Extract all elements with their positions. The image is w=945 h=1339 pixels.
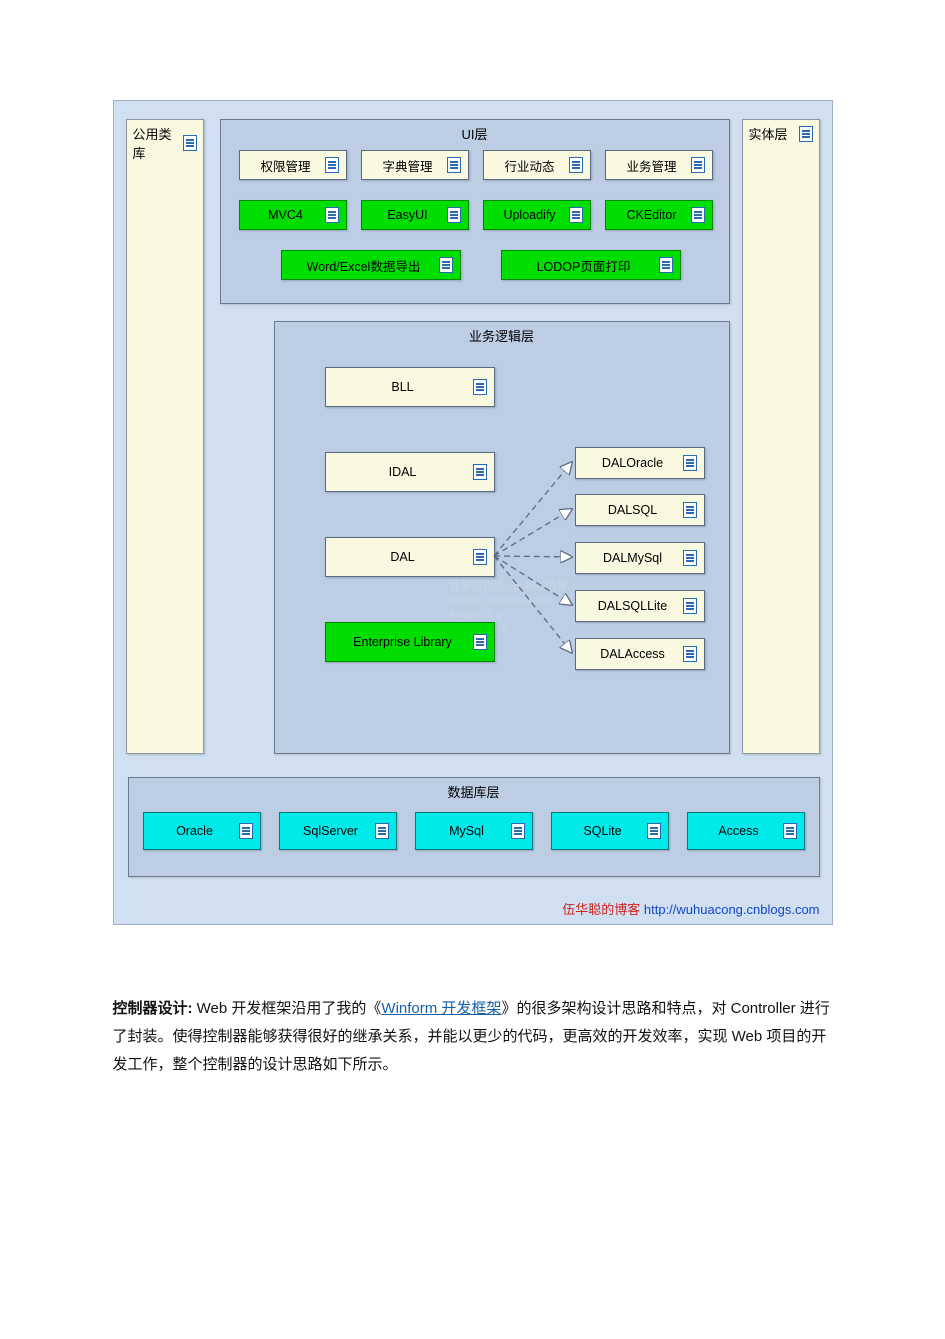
document-icon xyxy=(325,157,339,173)
panel-title: 数据库层 xyxy=(129,778,819,803)
box-lodop-print: LODOP页面打印 xyxy=(501,250,681,280)
document-icon xyxy=(447,157,461,173)
document-icon xyxy=(683,550,697,566)
box-mysql: MySql xyxy=(415,812,533,850)
panel-db-layer: 数据库层 Oracle SqlServer MySql SQLite Acces… xyxy=(128,777,820,877)
document-icon xyxy=(799,126,813,142)
box-enterprise-library: Enterprise Library xyxy=(325,622,495,662)
col-label: 公用类库 xyxy=(133,124,183,162)
box-bll: BLL xyxy=(325,367,495,407)
box-industry-news: 行业动态 xyxy=(483,150,591,180)
document-icon xyxy=(439,257,453,273)
panel-title: 业务逻辑层 xyxy=(275,322,729,347)
col-common-lib: 公用类库 xyxy=(126,119,204,754)
box-mvc4: MVC4 xyxy=(239,200,347,230)
credit-name: 伍华聪的博客 xyxy=(562,902,640,917)
document-icon xyxy=(473,549,487,565)
box-dict-mgmt: 字典管理 xyxy=(361,150,469,180)
box-easyui: EasyUI xyxy=(361,200,469,230)
document-icon xyxy=(511,823,525,839)
document-icon xyxy=(375,823,389,839)
panel-ui-layer: UI层 权限管理 字典管理 行业动态 业务管理 MVC4 EasyUI U xyxy=(220,119,730,304)
box-idal: IDAL xyxy=(325,452,495,492)
document-icon xyxy=(239,823,253,839)
document-icon xyxy=(691,157,705,173)
document-icon xyxy=(447,207,461,223)
box-oracle: Oracle xyxy=(143,812,261,850)
credit-url: http://wuhuacong.cnblogs.com xyxy=(644,902,820,917)
document-icon xyxy=(691,207,705,223)
link-winform-framework[interactable]: Winform 开发框架 xyxy=(381,1000,501,1017)
document-icon xyxy=(647,823,661,839)
box-daloracle: DALOracle xyxy=(575,447,705,479)
box-sqlserver: SqlServer xyxy=(279,812,397,850)
page: 公用类库 实体层 UI层 权限管理 字典管理 行业动态 xyxy=(0,0,945,1119)
para-t1: Web 开发框架沿用了我的《 xyxy=(193,1000,382,1017)
document-icon xyxy=(569,207,583,223)
box-sqlite: SQLite xyxy=(551,812,669,850)
document-icon xyxy=(569,157,583,173)
paragraph-controller-design: 控制器设计: Web 开发框架沿用了我的《Winform 开发框架》的很多架构设… xyxy=(113,995,833,1079)
para-lead: 控制器设计: xyxy=(113,1000,193,1017)
box-ckeditor: CKEditor xyxy=(605,200,713,230)
box-dal: DAL xyxy=(325,537,495,577)
document-icon xyxy=(473,464,487,480)
box-uploadify: Uploadify xyxy=(483,200,591,230)
box-dalsqlite: DALSQLLite xyxy=(575,590,705,622)
panel-logic-layer: 业务逻辑层 业务逻辑层 : public 边界 Author: Administ… xyxy=(274,321,730,754)
document-icon xyxy=(473,379,487,395)
panel-title: UI层 xyxy=(221,120,729,145)
box-word-excel-export: Word/Excel数据导出 xyxy=(281,250,461,280)
box-business-mgmt: 业务管理 xyxy=(605,150,713,180)
box-access: Access xyxy=(687,812,805,850)
box-permission-mgmt: 权限管理 xyxy=(239,150,347,180)
document-icon xyxy=(683,455,697,471)
diagram-credit: 伍华聪的博客 http://wuhuacong.cnblogs.com xyxy=(562,899,819,918)
box-dalaccess: DALAccess xyxy=(575,638,705,670)
document-icon xyxy=(683,646,697,662)
document-icon xyxy=(783,823,797,839)
architecture-diagram: 公用类库 实体层 UI层 权限管理 字典管理 行业动态 xyxy=(113,100,833,925)
document-icon xyxy=(683,502,697,518)
document-icon xyxy=(325,207,339,223)
document-icon xyxy=(683,598,697,614)
col-label: 实体层 xyxy=(749,124,788,143)
document-icon xyxy=(659,257,673,273)
document-icon xyxy=(473,634,487,650)
document-icon xyxy=(183,135,197,151)
col-entity-layer: 实体层 xyxy=(742,119,820,754)
box-dalmysql: DALMySql xyxy=(575,542,705,574)
box-dalsql: DALSQL xyxy=(575,494,705,526)
